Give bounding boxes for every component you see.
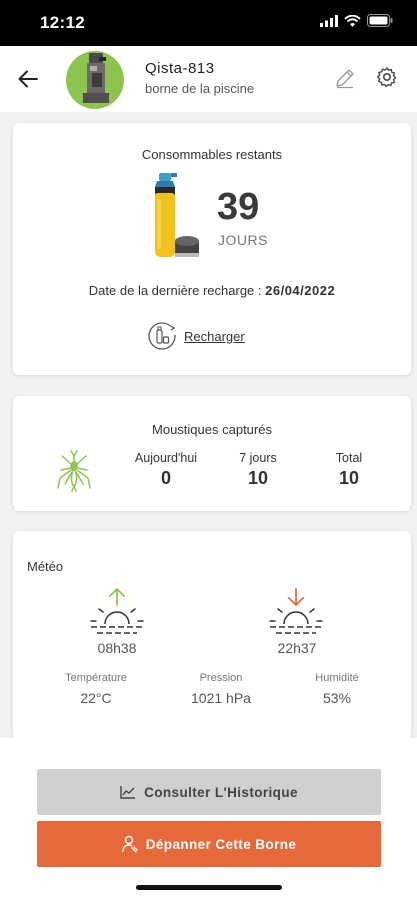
device-name: Qista-813 [145, 60, 215, 77]
mosquitoes-7days: 7 jours 10 [218, 451, 298, 489]
arrow-left-icon [18, 70, 38, 88]
back-button[interactable] [14, 65, 42, 93]
history-button[interactable]: Consulter L'Historique [37, 769, 381, 815]
device-avatar [66, 51, 124, 109]
status-time: 12:12 [40, 13, 85, 32]
mosquitoes-card: Moustiques capturés Aujourd'hui 0 7 jour… [13, 396, 411, 511]
weather-title: Météo [27, 559, 64, 574]
days-remaining-value: 39 [217, 186, 260, 228]
sunrise-icon [90, 588, 144, 634]
humidity-metric: Humidité 53% [292, 672, 382, 706]
mosquitoes-today-value: 0 [160, 468, 171, 488]
humidity-label: Humidité [315, 672, 359, 684]
sunset-time: 22h37 [277, 640, 317, 656]
status-icons [320, 14, 393, 27]
mosquitoes-total-label: Total [335, 451, 363, 465]
recharge-label: Recharger [184, 328, 245, 344]
gear-icon [377, 67, 397, 88]
mosquitoes-7days-value: 10 [247, 468, 269, 488]
signal-icon [320, 14, 338, 27]
humidity-value: 53% [322, 690, 352, 706]
weather-card: Météo 08h38 22h37 Température 22°C Press… [13, 531, 411, 741]
days-remaining-unit: JOURS [218, 232, 268, 248]
sunrise-time: 08h38 [97, 640, 137, 656]
last-recharge-label: Date de la dernière recharge : [88, 283, 266, 298]
user-wrench-icon [122, 835, 138, 853]
mosquitoes-total: Total 10 [309, 451, 389, 489]
pressure-label: Pression [199, 672, 243, 684]
pressure-value: 1021 hPa [191, 690, 251, 706]
chart-line-icon [120, 786, 136, 799]
settings-button[interactable] [376, 66, 398, 88]
mosquitoes-today-label: Aujourd'hui [134, 451, 198, 465]
temperature-value: 22°C [80, 690, 112, 706]
battery-icon [367, 14, 393, 27]
home-indicator [136, 885, 282, 890]
device-location: borne de la piscine [145, 81, 255, 96]
repair-button[interactable]: Dépanner Cette Borne [37, 821, 381, 867]
consumables-title: Consommables restants [141, 147, 283, 162]
status-bar: 12:12 [0, 0, 417, 46]
consumables-card: Consommables restants 39 JOURS Date de l… [13, 123, 411, 375]
edit-button[interactable] [334, 67, 356, 89]
mosquitoes-7days-label: 7 jours [239, 451, 277, 465]
last-recharge-date: 26/04/2022 [265, 283, 336, 298]
wifi-icon [344, 14, 361, 27]
last-recharge-info: Date de la dernière recharge : 26/04/202… [13, 283, 411, 298]
mosquitoes-total-value: 10 [338, 468, 360, 488]
mosquitoes-today: Aujourd'hui 0 [126, 451, 206, 489]
recharge-icon [148, 322, 176, 350]
sunset-icon [269, 588, 323, 634]
recharge-button[interactable]: Recharger [146, 320, 245, 352]
mosquitoes-title: Moustiques capturés [152, 422, 272, 437]
pencil-icon [336, 69, 354, 89]
temperature-metric: Température 22°C [51, 672, 141, 706]
bottom-action-panel: Consulter L'Historique Dépanner Cette Bo… [0, 738, 417, 900]
pressure-metric: Pression 1021 hPa [176, 672, 266, 706]
history-button-label: Consulter L'Historique [144, 784, 298, 800]
device-header: Qista-813 borne de la piscine [0, 46, 417, 112]
temperature-label: Température [65, 672, 127, 684]
repair-button-label: Dépanner Cette Borne [145, 836, 297, 852]
mosquito-icon [57, 450, 91, 492]
gas-bottle-icon [155, 173, 199, 257]
device-image-icon [83, 53, 109, 103]
